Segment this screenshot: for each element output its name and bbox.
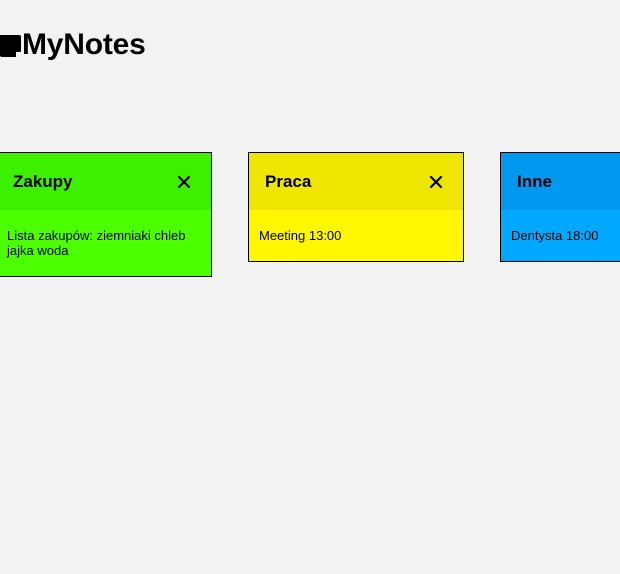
app-page: MyNotes Zakupy Lista zakupów: ziemniaki …: [0, 0, 620, 574]
note-card: Inne Dentysta 18:00: [500, 152, 620, 262]
notes-container: Zakupy Lista zakupów: ziemniaki chleb ja…: [0, 152, 620, 292]
close-note-button[interactable]: [175, 173, 193, 191]
close-icon: [177, 175, 191, 188]
note-card: Zakupy Lista zakupów: ziemniaki chleb ja…: [0, 152, 212, 277]
note-title: Inne: [517, 171, 552, 191]
note-title: Praca: [265, 171, 312, 191]
close-note-button[interactable]: [427, 173, 445, 191]
note-content: Meeting 13:00: [249, 210, 463, 261]
close-icon: [429, 175, 443, 188]
note-header: Inne: [501, 153, 620, 210]
app-title: MyNotes: [22, 28, 146, 61]
note-header: Zakupy: [0, 153, 211, 210]
note-header: Praca: [249, 153, 463, 210]
note-title: Zakupy: [13, 171, 73, 191]
note-content: Lista zakupów: ziemniaki chleb jajka wod…: [0, 210, 211, 276]
app-header: MyNotes: [0, 28, 146, 62]
note-content: Dentysta 18:00: [501, 210, 620, 261]
note-icon: [0, 35, 21, 57]
note-card: Praca Meeting 13:00: [248, 152, 464, 262]
